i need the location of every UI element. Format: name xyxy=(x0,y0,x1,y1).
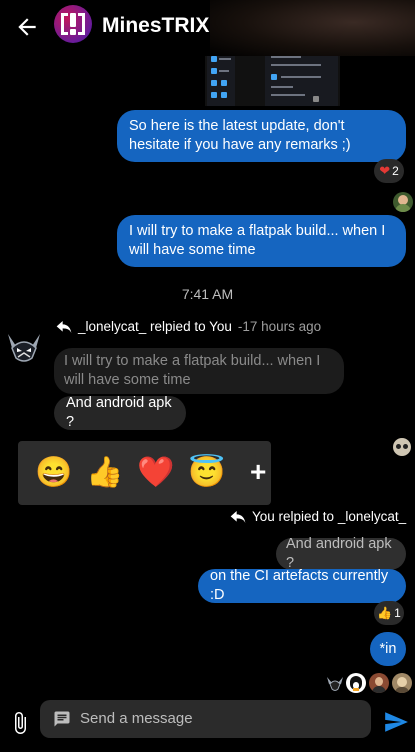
read-receipt-avatar xyxy=(392,673,412,693)
message-bubble[interactable]: *in xyxy=(370,632,406,666)
message-text: And android apk ? xyxy=(66,395,172,430)
header-background-image xyxy=(210,0,415,56)
message-text: *in xyxy=(379,640,397,657)
reply-icon xyxy=(56,320,72,333)
reaction-chip[interactable]: 👍 1 xyxy=(374,601,404,625)
read-receipts[interactable] xyxy=(325,673,415,693)
message-bubble[interactable]: I will try to make a flatpak build... wh… xyxy=(117,215,406,267)
paperclip-icon[interactable] xyxy=(8,710,32,736)
message-input[interactable]: Send a message xyxy=(40,700,371,738)
quoted-text: I will try to make a flatpak build... wh… xyxy=(64,353,321,388)
message-bubble[interactable]: And android apk ? xyxy=(54,395,186,430)
read-receipt-avatar xyxy=(346,673,366,693)
user-avatar[interactable] xyxy=(4,326,44,366)
app-bar: MinesTRIX xyxy=(0,0,415,56)
heart-icon: ❤ xyxy=(379,163,391,178)
emoji-halo-icon[interactable]: 😇 xyxy=(188,455,225,491)
read-receipt-avatar xyxy=(393,192,413,212)
message-text: on the CI artefacts currently :D xyxy=(210,568,389,603)
quoted-message[interactable]: And android apk ? xyxy=(276,536,406,571)
read-receipt-avatar xyxy=(325,673,345,693)
reply-header: You relpied to _lonelycat_ xyxy=(230,509,406,524)
send-icon[interactable] xyxy=(383,709,409,735)
app-title: MinesTRIX xyxy=(102,14,210,37)
reaction-chip[interactable]: ❤ 2 xyxy=(374,159,404,183)
reply-user-text: You relpied to _lonelycat_ xyxy=(252,509,407,524)
quoted-message[interactable]: I will try to make a flatpak build... wh… xyxy=(54,348,344,394)
message-placeholder: Send a message xyxy=(80,710,193,727)
emoji-thumbs-up-icon[interactable]: 👍 xyxy=(86,455,123,491)
attached-image[interactable] xyxy=(205,50,340,106)
message-text: So here is the latest update, don't hesi… xyxy=(129,118,351,153)
message-bubble[interactable]: on the CI artefacts currently :D xyxy=(198,568,406,603)
time-separator: 7:41 AM xyxy=(181,286,234,302)
message-bubble[interactable]: So here is the latest update, don't hesi… xyxy=(117,110,406,162)
minestrix-logo-icon[interactable] xyxy=(54,5,92,43)
message-icon xyxy=(54,711,70,727)
reply-header: _lonelycat_ relpied to You - 17 hours ag… xyxy=(56,319,321,334)
thumbs-up-icon: 👍 xyxy=(377,606,393,620)
reply-time-ago: 17 hours ago xyxy=(242,319,322,334)
message-text: I will try to make a flatpak build... wh… xyxy=(129,223,386,258)
reaction-count: 1 xyxy=(394,606,401,620)
read-receipt-avatar xyxy=(369,673,389,693)
reply-user-text: _lonelycat_ relpied to You xyxy=(78,319,232,334)
emoji-grinning-icon[interactable]: 😄 xyxy=(35,455,72,491)
emoji-heart-icon[interactable]: ❤️ xyxy=(137,455,174,491)
more-emoji-button[interactable]: + xyxy=(250,457,270,487)
reply-icon xyxy=(230,510,246,523)
reaction-count: 2 xyxy=(392,164,399,178)
arrow-left-icon[interactable] xyxy=(14,14,40,40)
emoji-picker: 😄 👍 ❤️ 😇 + xyxy=(18,441,271,505)
message-composer: Send a message xyxy=(0,696,415,752)
read-receipt-avatar xyxy=(393,438,411,456)
